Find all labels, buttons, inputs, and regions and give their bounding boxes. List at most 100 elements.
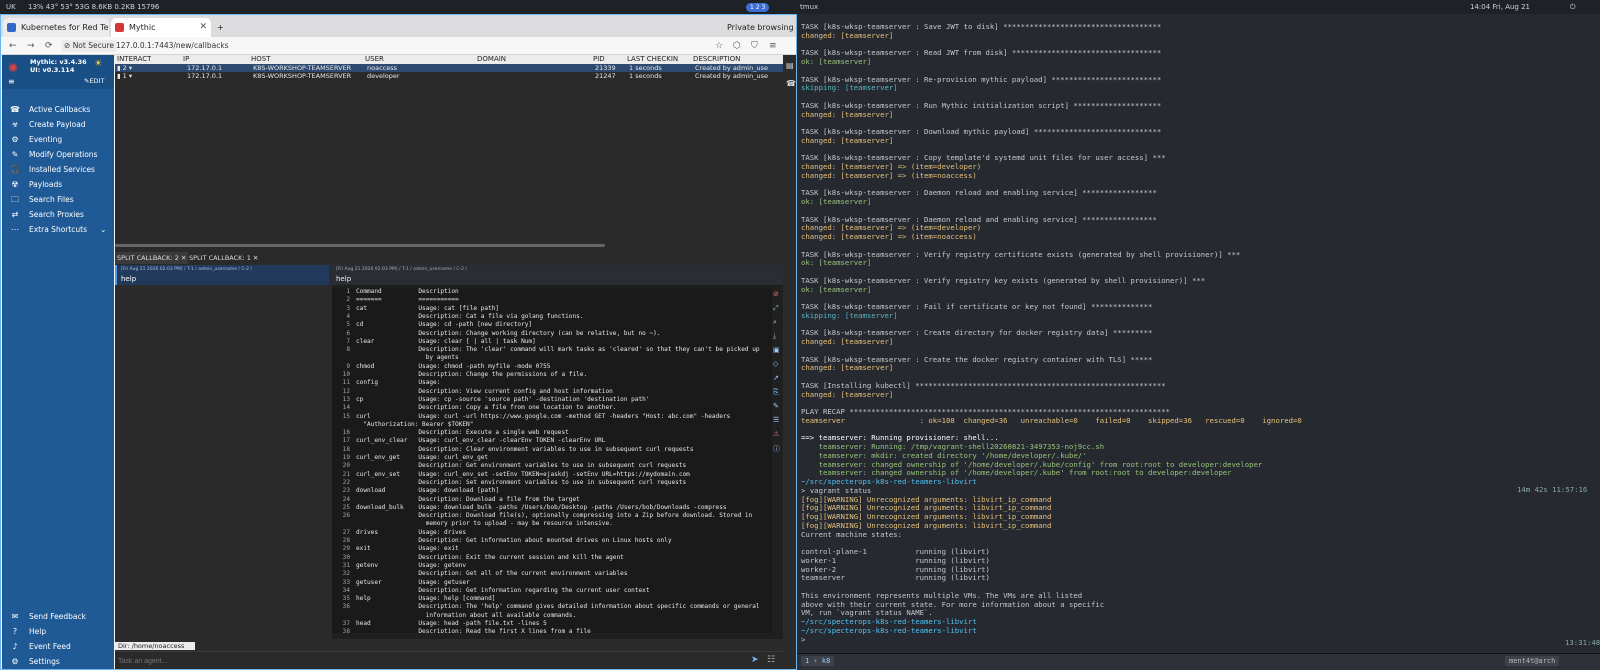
copy-icon[interactable]: ⎘	[773, 388, 779, 397]
close-tab-icon[interactable]: ✕	[199, 18, 207, 37]
line-text: curl_env_clear Usage: curl_env_clear -cl…	[356, 437, 606, 445]
browser-tab-strip: Kubernetes for Red Team Mythic ✕ + Priva…	[1, 15, 796, 37]
send-icon[interactable]: ➤	[751, 655, 759, 665]
pencil-icon: ✎	[11, 150, 19, 159]
nav-settings[interactable]: ⚙ Settings	[2, 654, 114, 669]
workspace-indicator[interactable]: 1 2 3	[746, 3, 770, 12]
help-line: information about all available commands…	[332, 612, 772, 620]
col-interact[interactable]: INTERACT	[117, 55, 151, 64]
tune-icon[interactable]: ☷	[767, 655, 775, 665]
nav-active-callbacks[interactable]: ☎ Active Callbacks	[2, 102, 114, 117]
col-host[interactable]: HOST	[251, 55, 271, 64]
tag-icon[interactable]: ◇	[773, 360, 778, 368]
nav-send-feedback[interactable]: ✉ Send Feedback	[2, 609, 114, 624]
horizontal-scrollbar[interactable]	[115, 244, 605, 247]
theme-sun-icon[interactable]: ☀	[94, 59, 102, 69]
line-number: 6	[346, 329, 350, 337]
col-pid[interactable]: PID	[593, 55, 605, 64]
browser-tab-kubernetes[interactable]: Kubernetes for Red Team	[3, 18, 109, 37]
task-header[interactable]: [Fri Aug 21 2026 02:03 PM] / T-1 / admin…	[332, 265, 783, 285]
terminal-line: TASK [k8s-wksp-teamserver : Create direc…	[801, 328, 1153, 338]
shield-icon[interactable]: ⛉	[751, 37, 758, 55]
forward-icon[interactable]: →	[27, 37, 35, 55]
search-icon[interactable]: ⌕	[773, 318, 777, 327]
nav-help[interactable]: ? Help	[2, 624, 114, 639]
expand-icon[interactable]: ⤢	[773, 304, 779, 313]
power-icon[interactable]: ⏻	[1570, 0, 1576, 14]
download-icon[interactable]: ⤓	[773, 332, 776, 341]
nav-label: Eventing	[29, 135, 63, 144]
menu-icon[interactable]: ≡	[769, 37, 777, 55]
nav-search-proxies[interactable]: ⇄ Search Proxies	[2, 207, 114, 222]
phone-icon[interactable]: ☎	[786, 79, 796, 88]
col-user[interactable]: USER	[365, 55, 384, 64]
terminal-line: above with their current state. For more…	[801, 599, 1105, 609]
open-new-icon[interactable]: ↗	[773, 374, 779, 382]
table-row[interactable]: ▮ 1 ▾ 172.17.0.1 K8S-WORKSHOP-TEAMSERVER…	[115, 72, 783, 80]
edit-icon[interactable]: ✎	[773, 402, 779, 410]
nav-search-files[interactable]: 🗀 Search Files	[2, 192, 114, 207]
nav-extra-shortcuts[interactable]: ⋯ Extra Shortcuts ⌄	[2, 222, 114, 237]
back-icon[interactable]: ←	[9, 37, 17, 55]
line-text: Description: Copy a file from one locati…	[356, 404, 617, 412]
terminal-window[interactable]: TASK [k8s-wksp-teamserver : Save JWT to …	[797, 14, 1600, 670]
table-row[interactable]: ▮ 2 ▾ 172.17.0.1 K8S-WORKSHOP-TEAMSERVER…	[115, 64, 783, 72]
tmux-host: ment4t@arch	[1505, 656, 1560, 666]
warning-icon[interactable]: ⚠	[773, 430, 779, 438]
panel-icon[interactable]: ▤	[786, 61, 794, 70]
terminal-line: changed: [teamserver] => (item=noaccess)	[801, 170, 977, 180]
line-text: Description: Set environment variables t…	[356, 478, 687, 486]
close-icon[interactable]: ✕	[253, 254, 258, 262]
new-tab-icon[interactable]: +	[214, 18, 228, 37]
interact-cell[interactable]: ▮ 1 ▾	[117, 72, 132, 80]
bookmark-star-icon[interactable]: ☆	[715, 37, 723, 55]
nav-label: Send Feedback	[29, 612, 86, 621]
list-icon[interactable]: ☰	[773, 416, 779, 424]
ip-cell: 172.17.0.1	[187, 72, 223, 80]
terminal-line: TASK [k8s-wksp-teamserver : Download myt…	[801, 127, 1162, 136]
hamburger-icon[interactable]: ≡	[8, 77, 15, 86]
help-line: "Authorization: Bearer $TOKEN"	[332, 421, 772, 429]
line-number: 3	[346, 304, 350, 312]
nav-modify-operations[interactable]: ✎ Modify Operations	[2, 147, 114, 162]
nav-installed-services[interactable]: 🎧 Installed Services	[2, 162, 114, 177]
col-ip[interactable]: IP	[183, 55, 189, 64]
clock: 14:04 Fri, Aug 21	[1470, 3, 1530, 11]
task-meta: [Fri Aug 21 2026 02:03 PM] / T-1 / admin…	[121, 267, 252, 272]
line-number: 25	[342, 503, 350, 511]
image-icon[interactable]: ▣	[773, 346, 780, 354]
not-secure-badge[interactable]: ⊘ Not Secure	[61, 40, 117, 52]
nav-eventing[interactable]: ⚙ Eventing	[2, 132, 114, 147]
edit-button[interactable]: ✎EDIT	[84, 77, 104, 85]
line-text: Description: Download file(s), optionall…	[356, 512, 753, 520]
interact-cell[interactable]: ▮ 2 ▾	[117, 64, 132, 72]
help-line: 6 Description: Change working directory …	[332, 330, 772, 338]
col-domain[interactable]: DOMAIN	[477, 55, 506, 64]
callback-2-task[interactable]: [Fri Aug 21 2026 02:03 PM] / T-1 / admin…	[115, 265, 329, 285]
terminal-line: control-plane-1 running (libvirt)	[801, 547, 990, 556]
task-command: help	[336, 275, 352, 283]
nav-create-payload[interactable]: ☣ Create Payload	[2, 117, 114, 132]
tab-split-callback-1[interactable]: SPLIT CALLBACK: 1 ✕	[187, 252, 260, 264]
url-field[interactable]: 127.0.0.1:7443/new/callbacks	[116, 37, 229, 55]
reload-icon[interactable]: ⟳	[45, 37, 53, 55]
terminal-line: >	[801, 634, 806, 644]
stop-icon[interactable]: ⊘	[773, 290, 779, 298]
ip-cell: 172.17.0.1	[187, 64, 223, 72]
line-text: Description: Get information regarding t…	[356, 586, 650, 594]
nav-payloads[interactable]: ☢ Payloads	[2, 177, 114, 192]
task-input[interactable]	[118, 655, 738, 668]
line-number: 28	[342, 537, 350, 544]
nav-event-feed[interactable]: ♪ Event Feed	[2, 639, 114, 654]
close-icon[interactable]: ✕	[181, 254, 186, 262]
current-directory: Dir: /home/noaccess	[115, 642, 195, 650]
line-number: 12	[342, 387, 350, 395]
tmux-window-list[interactable]: 1 › k8	[801, 656, 835, 666]
extensions-icon[interactable]: ⬡	[733, 37, 741, 55]
info-icon[interactable]: ⓘ	[773, 444, 780, 454]
col-last-checkin[interactable]: LAST CHECKIN	[627, 55, 678, 64]
col-description[interactable]: DESCRIPTION	[693, 55, 740, 64]
line-text: cd Usage: cd -path [new directory]	[356, 321, 533, 329]
browser-tab-mythic[interactable]: Mythic ✕	[111, 18, 211, 37]
tab-split-callback-2[interactable]: SPLIT CALLBACK: 2 ✕	[115, 252, 189, 264]
